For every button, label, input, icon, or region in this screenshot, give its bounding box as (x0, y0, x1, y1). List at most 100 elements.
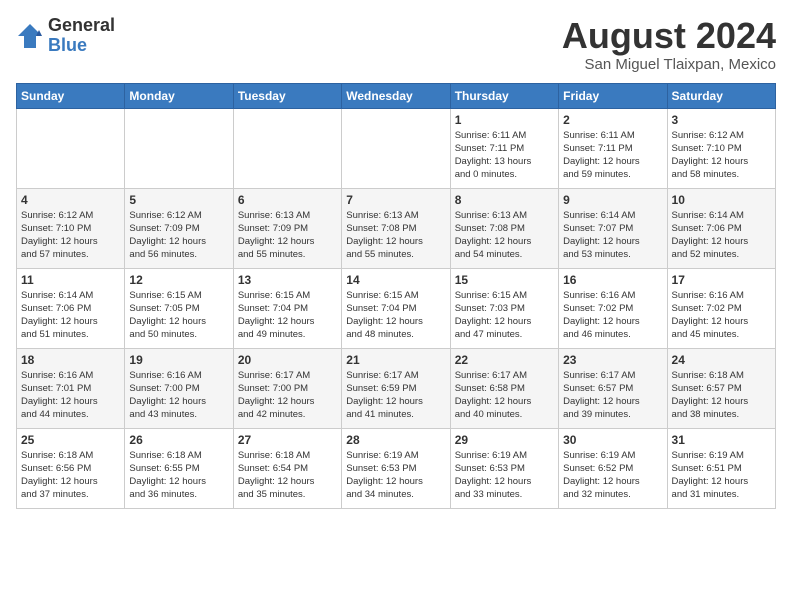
week-row-3: 11 Sunrise: 6:14 AM Sunset: 7:06 PM Dayli… (17, 268, 776, 348)
calendar-cell: 27 Sunrise: 6:18 AM Sunset: 6:54 PM Dayli… (233, 428, 341, 508)
calendar-cell: 21Sunrise: 6:17 AM Sunset: 6:59 PM Dayli… (342, 348, 450, 428)
cell-info: Sunrise: 6:19 AM Sunset: 6:52 PM Dayligh… (563, 449, 662, 502)
cell-info: Sunrise: 6:16 AM Sunset: 7:01 PM Dayligh… (21, 369, 120, 422)
calendar-cell: 2 Sunrise: 6:11 AM Sunset: 7:11 PM Daylig… (559, 108, 667, 188)
cell-info: Sunrise: 6:18 AM Sunset: 6:56 PM Dayligh… (21, 449, 120, 502)
cell-date-number: 28 (346, 433, 445, 447)
cell-info: Sunrise: 6:16 AM Sunset: 7:02 PM Dayligh… (563, 289, 662, 342)
calendar-cell: 26Sunrise: 6:18 AM Sunset: 6:55 PM Dayli… (125, 428, 233, 508)
calendar-cell: 10 Sunrise: 6:14 AM Sunset: 7:06 PM Dayli… (667, 188, 775, 268)
page-header: General Blue August 2024 San Miguel Tlai… (16, 16, 776, 73)
calendar-cell: 16 Sunrise: 6:16 AM Sunset: 7:02 PM Dayli… (559, 268, 667, 348)
location: San Miguel Tlaixpan, Mexico (562, 56, 776, 73)
cell-info: Sunrise: 6:18 AM Sunset: 6:54 PM Dayligh… (238, 449, 337, 502)
cell-date-number: 11 (21, 273, 120, 287)
cell-date-number: 30 (563, 433, 662, 447)
cell-info: Sunrise: 6:12 AM Sunset: 7:09 PM Dayligh… (129, 209, 228, 262)
cell-date-number: 23 (563, 353, 662, 367)
cell-date-number: 12 (129, 273, 228, 287)
calendar-cell: 3 Sunrise: 6:12 AM Sunset: 7:10 PM Daylig… (667, 108, 775, 188)
calendar-cell: 25 Sunrise: 6:18 AM Sunset: 6:56 PM Dayli… (17, 428, 125, 508)
calendar-header: SundayMondayTuesdayWednesdayThursdayFrid… (17, 83, 776, 108)
cell-info: Sunrise: 6:16 AM Sunset: 7:02 PM Dayligh… (672, 289, 771, 342)
cell-info: Sunrise: 6:11 AM Sunset: 7:11 PM Dayligh… (563, 129, 662, 182)
calendar-cell: 13 Sunrise: 6:15 AM Sunset: 7:04 PM Dayli… (233, 268, 341, 348)
cell-date-number: 24 (672, 353, 771, 367)
cell-date-number: 9 (563, 193, 662, 207)
cell-info: Sunrise: 6:13 AM Sunset: 7:09 PM Dayligh… (238, 209, 337, 262)
calendar-cell: 20Sunrise: 6:17 AM Sunset: 7:00 PM Dayli… (233, 348, 341, 428)
header-day-monday: Monday (125, 83, 233, 108)
cell-info: Sunrise: 6:17 AM Sunset: 7:00 PM Dayligh… (238, 369, 337, 422)
calendar-body: 1 Sunrise: 6:11 AM Sunset: 7:11 PM Daylig… (17, 108, 776, 508)
cell-date-number: 25 (21, 433, 120, 447)
logo-icon (16, 22, 44, 50)
calendar-cell: 11 Sunrise: 6:14 AM Sunset: 7:06 PM Dayli… (17, 268, 125, 348)
cell-date-number: 6 (238, 193, 337, 207)
cell-info: Sunrise: 6:16 AM Sunset: 7:00 PM Dayligh… (129, 369, 228, 422)
cell-info: Sunrise: 6:19 AM Sunset: 6:53 PM Dayligh… (346, 449, 445, 502)
header-day-saturday: Saturday (667, 83, 775, 108)
calendar-cell (17, 108, 125, 188)
cell-date-number: 8 (455, 193, 554, 207)
calendar-cell: 4 Sunrise: 6:12 AM Sunset: 7:10 PM Daylig… (17, 188, 125, 268)
month-year: August 2024 (562, 16, 776, 56)
cell-date-number: 3 (672, 113, 771, 127)
cell-date-number: 14 (346, 273, 445, 287)
cell-date-number: 1 (455, 113, 554, 127)
week-row-5: 25 Sunrise: 6:18 AM Sunset: 6:56 PM Dayli… (17, 428, 776, 508)
cell-date-number: 2 (563, 113, 662, 127)
cell-info: Sunrise: 6:12 AM Sunset: 7:10 PM Dayligh… (21, 209, 120, 262)
cell-date-number: 19 (129, 353, 228, 367)
cell-info: Sunrise: 6:12 AM Sunset: 7:10 PM Dayligh… (672, 129, 771, 182)
calendar-cell: 1 Sunrise: 6:11 AM Sunset: 7:11 PM Daylig… (450, 108, 558, 188)
cell-date-number: 17 (672, 273, 771, 287)
week-row-2: 4 Sunrise: 6:12 AM Sunset: 7:10 PM Daylig… (17, 188, 776, 268)
cell-info: Sunrise: 6:19 AM Sunset: 6:51 PM Dayligh… (672, 449, 771, 502)
calendar-cell: 19 Sunrise: 6:16 AM Sunset: 7:00 PM Dayli… (125, 348, 233, 428)
cell-info: Sunrise: 6:18 AM Sunset: 6:57 PM Dayligh… (672, 369, 771, 422)
cell-date-number: 13 (238, 273, 337, 287)
cell-date-number: 4 (21, 193, 120, 207)
cell-info: Sunrise: 6:14 AM Sunset: 7:07 PM Dayligh… (563, 209, 662, 262)
header-day-friday: Friday (559, 83, 667, 108)
cell-date-number: 15 (455, 273, 554, 287)
calendar-cell: 7Sunrise: 6:13 AM Sunset: 7:08 PM Daylig… (342, 188, 450, 268)
cell-date-number: 29 (455, 433, 554, 447)
calendar-cell: 6 Sunrise: 6:13 AM Sunset: 7:09 PM Daylig… (233, 188, 341, 268)
calendar-table: SundayMondayTuesdayWednesdayThursdayFrid… (16, 83, 776, 509)
calendar-cell: 15Sunrise: 6:15 AM Sunset: 7:03 PM Dayli… (450, 268, 558, 348)
cell-date-number: 16 (563, 273, 662, 287)
cell-info: Sunrise: 6:13 AM Sunset: 7:08 PM Dayligh… (455, 209, 554, 262)
header-row: SundayMondayTuesdayWednesdayThursdayFrid… (17, 83, 776, 108)
calendar-cell: 22Sunrise: 6:17 AM Sunset: 6:58 PM Dayli… (450, 348, 558, 428)
header-day-thursday: Thursday (450, 83, 558, 108)
calendar-cell (342, 108, 450, 188)
logo-text: General Blue (48, 16, 115, 56)
calendar-cell: 23 Sunrise: 6:17 AM Sunset: 6:57 PM Dayli… (559, 348, 667, 428)
header-day-wednesday: Wednesday (342, 83, 450, 108)
calendar-cell: 30 Sunrise: 6:19 AM Sunset: 6:52 PM Dayli… (559, 428, 667, 508)
calendar-cell: 17 Sunrise: 6:16 AM Sunset: 7:02 PM Dayli… (667, 268, 775, 348)
calendar-cell: 5Sunrise: 6:12 AM Sunset: 7:09 PM Daylig… (125, 188, 233, 268)
cell-date-number: 18 (21, 353, 120, 367)
cell-info: Sunrise: 6:11 AM Sunset: 7:11 PM Dayligh… (455, 129, 554, 182)
week-row-1: 1 Sunrise: 6:11 AM Sunset: 7:11 PM Daylig… (17, 108, 776, 188)
week-row-4: 18 Sunrise: 6:16 AM Sunset: 7:01 PM Dayli… (17, 348, 776, 428)
header-day-sunday: Sunday (17, 83, 125, 108)
cell-info: Sunrise: 6:17 AM Sunset: 6:57 PM Dayligh… (563, 369, 662, 422)
logo-blue: Blue (48, 36, 115, 56)
cell-date-number: 10 (672, 193, 771, 207)
cell-info: Sunrise: 6:19 AM Sunset: 6:53 PM Dayligh… (455, 449, 554, 502)
cell-info: Sunrise: 6:14 AM Sunset: 7:06 PM Dayligh… (672, 209, 771, 262)
logo-general: General (48, 16, 115, 36)
calendar-cell (233, 108, 341, 188)
calendar-cell: 8 Sunrise: 6:13 AM Sunset: 7:08 PM Daylig… (450, 188, 558, 268)
cell-date-number: 22 (455, 353, 554, 367)
cell-date-number: 27 (238, 433, 337, 447)
cell-info: Sunrise: 6:15 AM Sunset: 7:04 PM Dayligh… (238, 289, 337, 342)
cell-info: Sunrise: 6:15 AM Sunset: 7:04 PM Dayligh… (346, 289, 445, 342)
cell-date-number: 21 (346, 353, 445, 367)
cell-info: Sunrise: 6:14 AM Sunset: 7:06 PM Dayligh… (21, 289, 120, 342)
calendar-cell: 14 Sunrise: 6:15 AM Sunset: 7:04 PM Dayli… (342, 268, 450, 348)
